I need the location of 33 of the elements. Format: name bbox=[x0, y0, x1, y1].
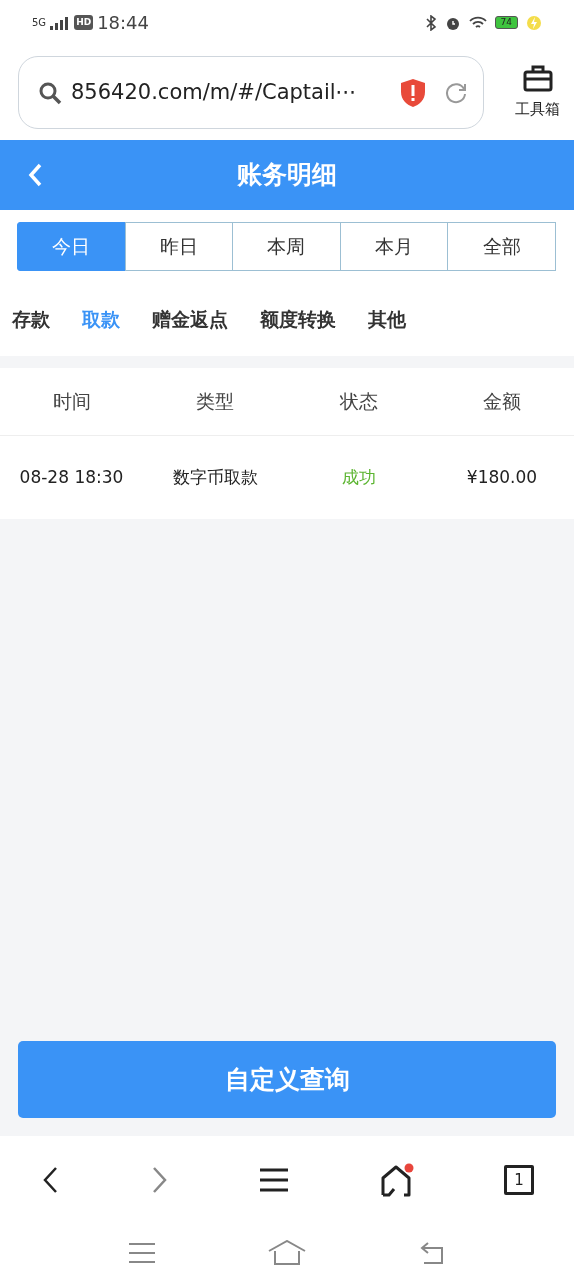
page-title: 账务明细 bbox=[237, 159, 337, 192]
lightning-icon bbox=[526, 14, 542, 31]
period-tab[interactable]: 本周 bbox=[232, 222, 341, 271]
table-cell-text: 数字币取款 bbox=[171, 465, 259, 489]
column-header: 金额 bbox=[482, 389, 522, 415]
signal-icon bbox=[50, 15, 71, 30]
period-tab[interactable]: 昨日 bbox=[124, 222, 234, 271]
bluetooth-icon bbox=[424, 14, 437, 31]
status-cell-text: 成功 bbox=[340, 465, 377, 489]
column-header: 时间 bbox=[51, 389, 92, 415]
period-tab[interactable]: 全部 bbox=[447, 222, 556, 271]
column-header: 状态 bbox=[338, 389, 379, 415]
tab-count-button[interactable]: 1 bbox=[504, 1164, 534, 1195]
column-header: 类型 bbox=[195, 389, 235, 415]
toolbox-button[interactable]: 工具箱 bbox=[515, 64, 560, 121]
network-label: 5G bbox=[32, 16, 47, 30]
category-tab[interactable]: 存款 bbox=[12, 305, 50, 334]
wifi-icon bbox=[468, 15, 487, 30]
category-tab[interactable]: 其他 bbox=[368, 305, 406, 334]
period-tab[interactable]: 本月 bbox=[339, 222, 449, 271]
table-cell-text: ¥180.00 bbox=[465, 465, 539, 489]
return-icon[interactable] bbox=[418, 1241, 446, 1265]
url-text: 856420.com/m/#/Captail⋯ bbox=[71, 78, 358, 106]
battery-indicator: 74 bbox=[494, 16, 518, 29]
hd-badge: HD bbox=[74, 14, 94, 31]
menu-icon[interactable] bbox=[259, 1166, 289, 1193]
toolbox-icon bbox=[522, 64, 553, 93]
category-tab[interactable]: 赠金返点 bbox=[152, 305, 228, 334]
category-tab[interactable]: 额度转换 bbox=[260, 305, 336, 334]
table-cell-text: 08-28 18:30 bbox=[18, 465, 125, 489]
shield-alert-icon bbox=[399, 77, 427, 108]
address-bar[interactable]: 856420.com/m/#/Captail⋯ bbox=[18, 56, 484, 129]
status-time: 18:44 bbox=[97, 11, 149, 35]
